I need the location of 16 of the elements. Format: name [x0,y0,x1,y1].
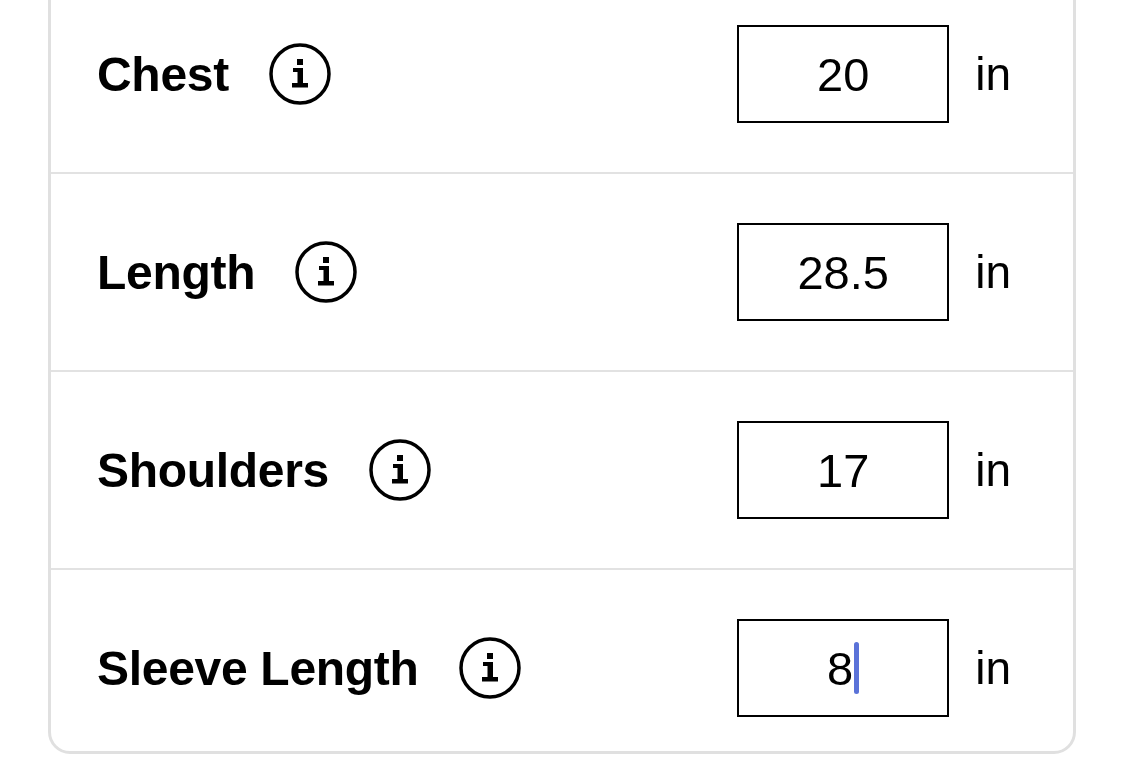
measurement-label: Sleeve Length [97,640,419,696]
unit-label: in [975,245,1011,299]
measurement-input[interactable]: 28.5 [737,223,950,321]
measurement-input[interactable]: 17 [737,421,950,519]
measurement-input[interactable]: 8 [737,619,950,717]
measurement-input[interactable]: 20 [737,25,950,123]
info-icon[interactable] [268,43,331,105]
unit-label: in [975,641,1011,695]
unit-label: in [975,47,1011,101]
measurement-label: Shoulders [97,442,329,498]
info-icon[interactable] [369,439,431,501]
info-icon[interactable] [458,637,521,699]
measurement-label: Chest [97,46,229,102]
info-icon[interactable] [295,241,358,303]
measurement-label: Length [97,244,256,300]
unit-label: in [975,443,1011,497]
